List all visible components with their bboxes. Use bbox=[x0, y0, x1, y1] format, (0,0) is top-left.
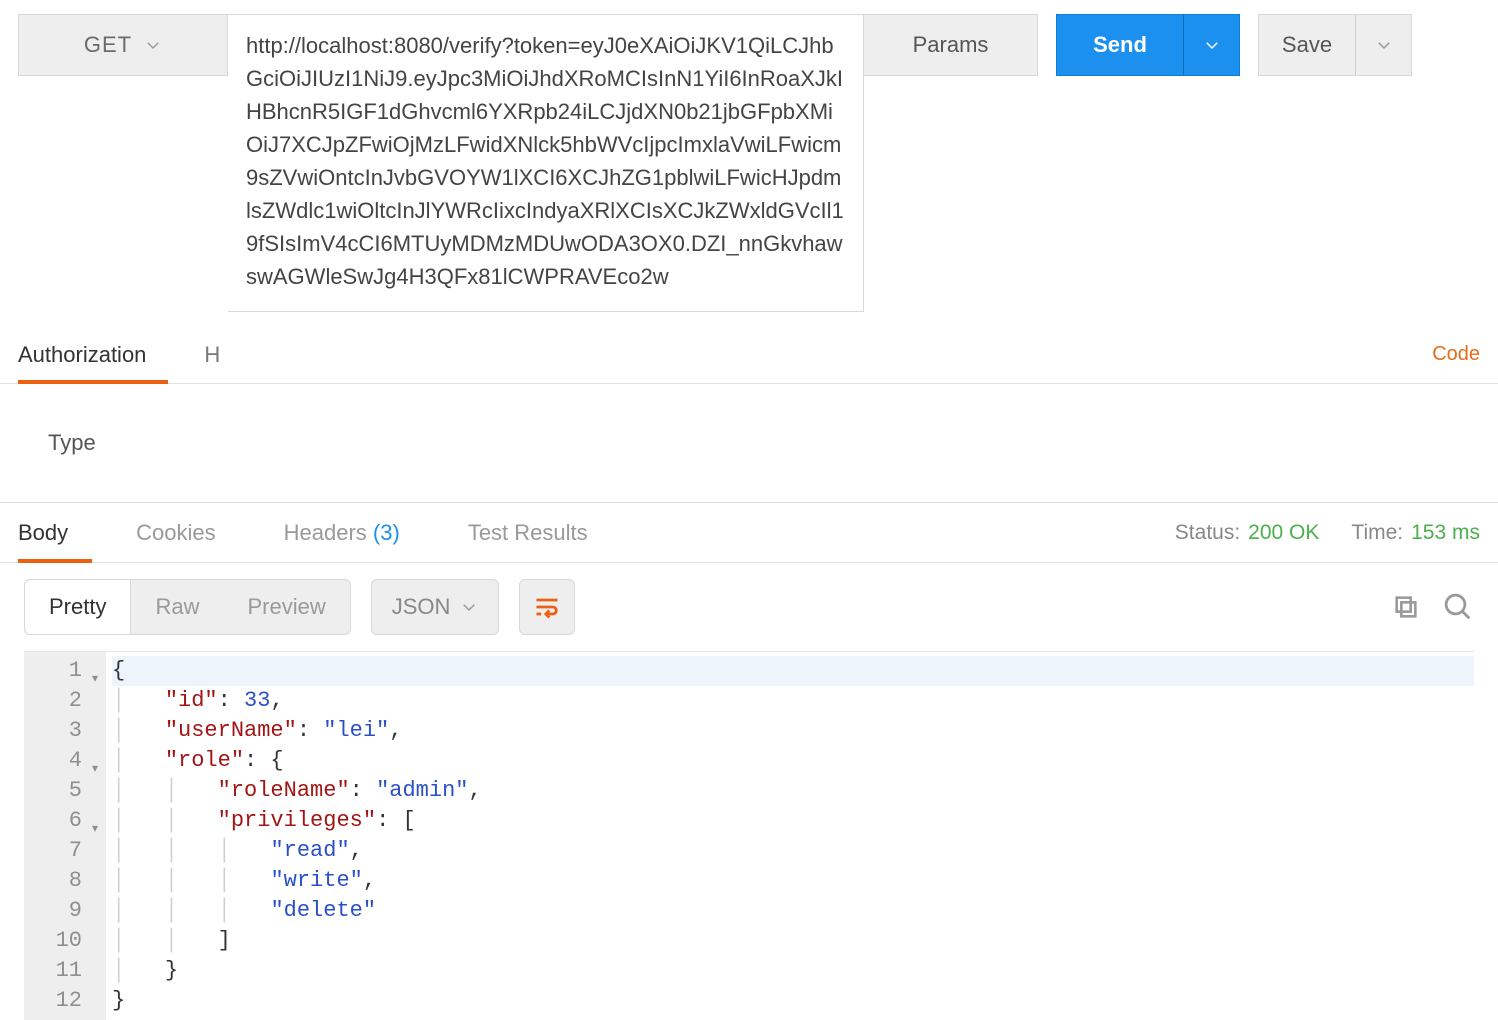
url-text: http://localhost:8080/verify?token=eyJ0e… bbox=[246, 29, 845, 293]
line-number: 9 bbox=[34, 896, 100, 926]
view-mode-group: Pretty Raw Preview bbox=[24, 579, 351, 635]
line-number: 11 bbox=[34, 956, 100, 986]
http-method-select[interactable]: GET bbox=[18, 14, 228, 76]
tab-label: Authorization bbox=[18, 342, 146, 368]
view-preview[interactable]: Preview bbox=[223, 580, 349, 634]
line-number[interactable]: 4 bbox=[34, 746, 100, 776]
line-number: 7 bbox=[34, 836, 100, 866]
response-bar: Body Cookies Headers (3) Test Results St… bbox=[0, 503, 1498, 563]
view-label: Preview bbox=[247, 594, 325, 620]
headers-count: (3) bbox=[373, 520, 400, 546]
tab-cookies[interactable]: Cookies bbox=[102, 503, 249, 562]
tab-headers-partial[interactable]: H bbox=[168, 326, 242, 383]
chevron-down-icon bbox=[1375, 36, 1393, 54]
view-pretty[interactable]: Pretty bbox=[25, 580, 131, 634]
line-number[interactable]: 1 bbox=[34, 656, 100, 686]
code-line: │ "role": { bbox=[112, 746, 1474, 776]
language-select[interactable]: JSON bbox=[371, 579, 500, 635]
code-line: │ "userName": "lei", bbox=[112, 716, 1474, 746]
tab-headers[interactable]: Headers (3) bbox=[250, 503, 434, 562]
save-button-group: Save bbox=[1258, 14, 1412, 76]
code-link-label: Code bbox=[1432, 343, 1480, 365]
view-raw[interactable]: Raw bbox=[131, 580, 223, 634]
tab-label: Headers bbox=[284, 520, 367, 546]
language-label: JSON bbox=[392, 594, 451, 620]
tab-body[interactable]: Body bbox=[18, 503, 102, 562]
line-number: 5 bbox=[34, 776, 100, 806]
chevron-down-icon bbox=[144, 36, 162, 54]
code-link[interactable]: Code bbox=[1432, 343, 1480, 366]
code-line: │ │ "roleName": "admin", bbox=[112, 776, 1474, 806]
tab-label: Test Results bbox=[468, 520, 588, 546]
send-button-group: Send bbox=[1056, 14, 1240, 76]
params-button-label: Params bbox=[913, 32, 989, 58]
code-line: │ │ "privileges": [ bbox=[112, 806, 1474, 836]
view-label: Raw bbox=[155, 594, 199, 620]
wrap-lines-button[interactable] bbox=[519, 579, 575, 635]
send-button-label: Send bbox=[1093, 32, 1147, 58]
copy-button[interactable] bbox=[1390, 591, 1422, 623]
chevron-down-icon bbox=[1203, 36, 1221, 54]
status-value: 200 OK bbox=[1248, 521, 1319, 545]
copy-icon bbox=[1392, 593, 1420, 621]
auth-type-label: Type bbox=[48, 430, 96, 455]
url-input[interactable]: http://localhost:8080/verify?token=eyJ0e… bbox=[228, 14, 864, 312]
line-number: 3 bbox=[34, 716, 100, 746]
save-button-label: Save bbox=[1282, 32, 1332, 58]
tab-label: H bbox=[204, 342, 220, 368]
save-dropdown[interactable] bbox=[1356, 14, 1412, 76]
code-body[interactable]: { │ "id": 33, │ "userName": "lei", │ "ro… bbox=[106, 652, 1474, 1020]
search-button[interactable] bbox=[1442, 591, 1474, 623]
view-label: Pretty bbox=[49, 594, 106, 620]
code-line: │ │ │ "read", bbox=[112, 836, 1474, 866]
send-button[interactable]: Send bbox=[1056, 14, 1184, 76]
tab-label: Cookies bbox=[136, 520, 215, 546]
line-number[interactable]: 6 bbox=[34, 806, 100, 836]
tab-test-results[interactable]: Test Results bbox=[434, 503, 622, 562]
tab-authorization[interactable]: Authorization bbox=[18, 326, 168, 383]
save-button[interactable]: Save bbox=[1258, 14, 1356, 76]
line-number: 8 bbox=[34, 866, 100, 896]
time-label: Time: bbox=[1351, 521, 1403, 545]
http-method-label: GET bbox=[84, 32, 132, 58]
auth-type-row: Type bbox=[0, 384, 1498, 503]
request-tabs: Authorization H Code bbox=[0, 326, 1498, 384]
request-bar: GET http://localhost:8080/verify?token=e… bbox=[0, 0, 1498, 326]
code-line: } bbox=[112, 986, 1474, 1016]
line-number: 2 bbox=[34, 686, 100, 716]
code-line: │ } bbox=[112, 956, 1474, 986]
params-button[interactable]: Params bbox=[864, 14, 1038, 76]
tab-label: Body bbox=[18, 520, 68, 546]
viewer-bar: Pretty Raw Preview JSON bbox=[0, 563, 1498, 651]
line-gutter: 1 2 3 4 5 6 7 8 9 10 11 12 bbox=[24, 652, 106, 1020]
line-number: 12 bbox=[34, 986, 100, 1016]
code-line: │ │ │ "delete" bbox=[112, 896, 1474, 926]
status-label: Status: bbox=[1175, 521, 1240, 545]
response-editor: 1 2 3 4 5 6 7 8 9 10 11 12 { │ "id": 33,… bbox=[24, 651, 1474, 1020]
chevron-down-icon bbox=[460, 598, 478, 616]
send-dropdown[interactable] bbox=[1184, 14, 1240, 76]
search-icon bbox=[1443, 592, 1473, 622]
code-line: │ "id": 33, bbox=[112, 686, 1474, 716]
wrap-icon bbox=[533, 593, 561, 621]
code-line: │ │ ] bbox=[112, 926, 1474, 956]
code-line: │ │ │ "write", bbox=[112, 866, 1474, 896]
time-value: 153 ms bbox=[1411, 521, 1480, 545]
code-line: { bbox=[112, 656, 1474, 686]
line-number: 10 bbox=[34, 926, 100, 956]
